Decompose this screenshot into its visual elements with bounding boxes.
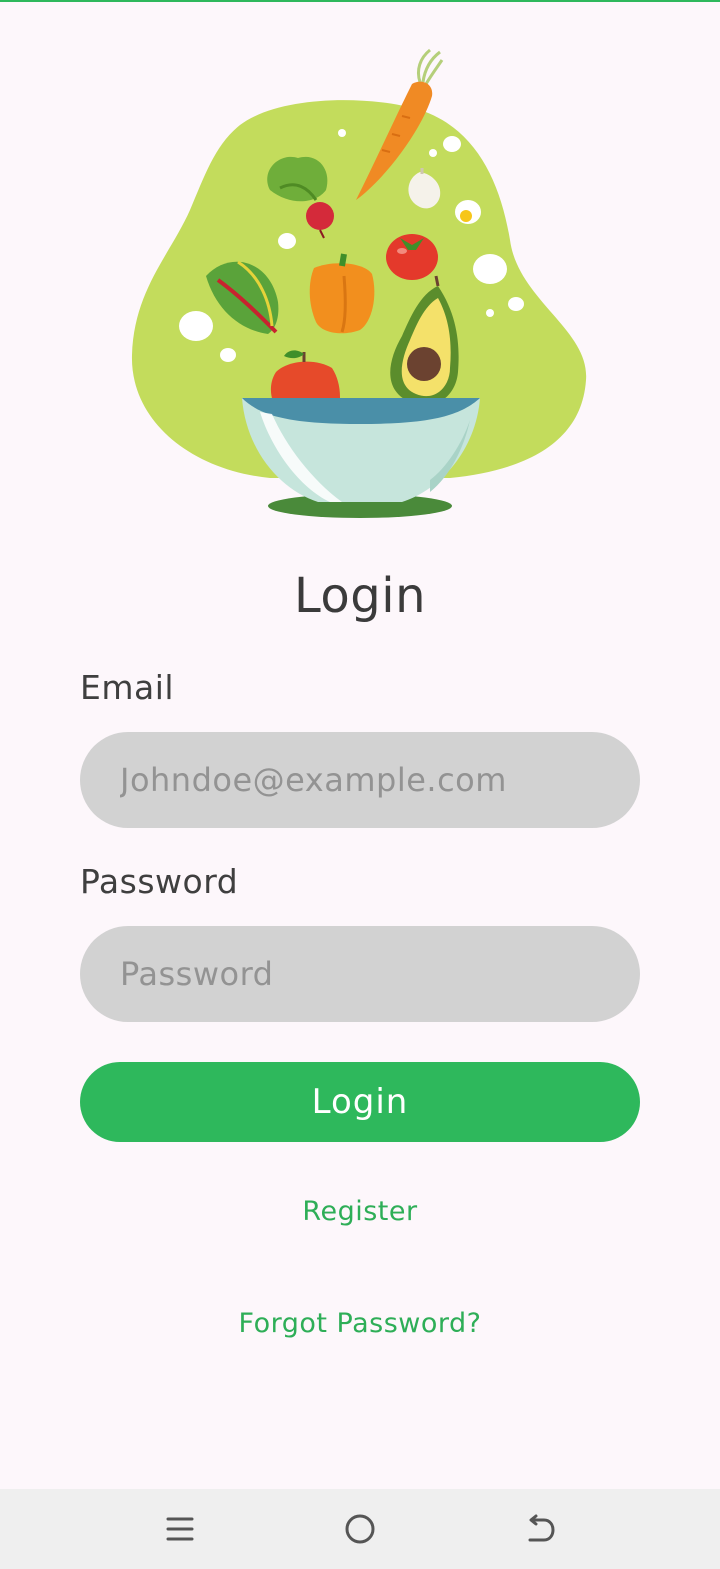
tomato-icon (386, 234, 438, 280)
top-accent-line (0, 0, 720, 2)
forgot-password-link[interactable]: Forgot Password? (239, 1308, 482, 1339)
system-nav-bar (0, 1489, 720, 1569)
salad-bowl-illustration (131, 48, 587, 518)
email-label: Email (80, 668, 175, 707)
menu-icon (166, 1517, 194, 1541)
page-title: Login (294, 568, 426, 624)
register-row: Register (0, 1196, 720, 1227)
egg-icon (455, 200, 481, 224)
forgot-password-row: Forgot Password? (0, 1308, 720, 1339)
back-icon (528, 1514, 555, 1542)
home-icon (345, 1514, 375, 1544)
login-button[interactable]: Login (80, 1062, 640, 1142)
register-link[interactable]: Register (302, 1196, 417, 1227)
bowl-icon (242, 398, 480, 518)
password-field[interactable] (80, 926, 640, 1022)
home-button[interactable] (334, 1503, 386, 1555)
menu-button[interactable] (154, 1503, 206, 1555)
password-label: Password (80, 862, 239, 901)
back-button[interactable] (514, 1503, 566, 1555)
email-field[interactable] (80, 732, 640, 828)
